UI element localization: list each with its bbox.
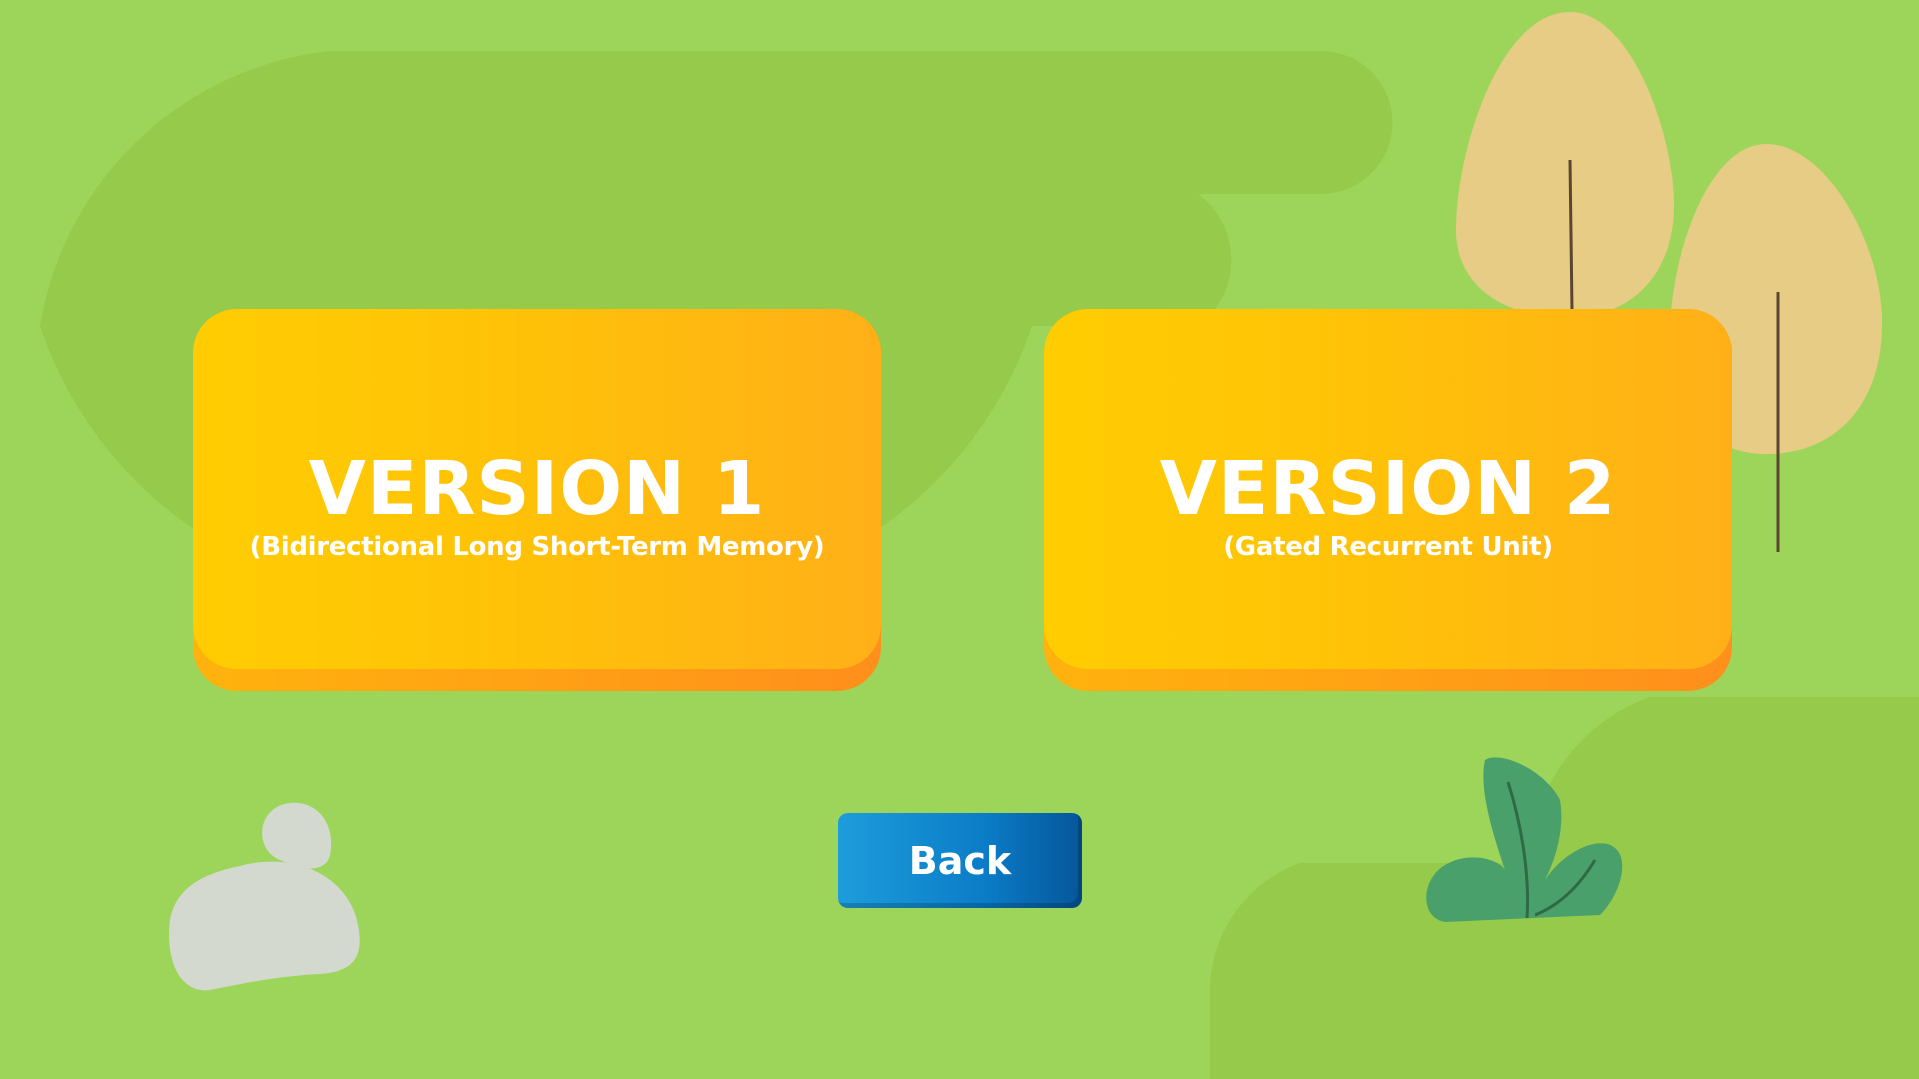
version-2-title: VERSION 2 bbox=[1159, 446, 1617, 532]
version-1-title: VERSION 1 bbox=[308, 446, 766, 532]
tree-icon bbox=[1456, 12, 1675, 318]
version-2-button[interactable]: VERSION 2 (Gated Recurrent Unit) bbox=[1044, 309, 1732, 691]
back-button[interactable]: Back bbox=[838, 813, 1082, 908]
rock-icon bbox=[169, 802, 360, 991]
version-2-subtitle: (Gated Recurrent Unit) bbox=[1223, 532, 1553, 562]
game-menu-screen: VERSION 1 (Bidirectional Long Short-Term… bbox=[0, 0, 1919, 1079]
version-1-button[interactable]: VERSION 1 (Bidirectional Long Short-Term… bbox=[193, 309, 881, 691]
version-1-subtitle: (Bidirectional Long Short-Term Memory) bbox=[249, 532, 825, 562]
